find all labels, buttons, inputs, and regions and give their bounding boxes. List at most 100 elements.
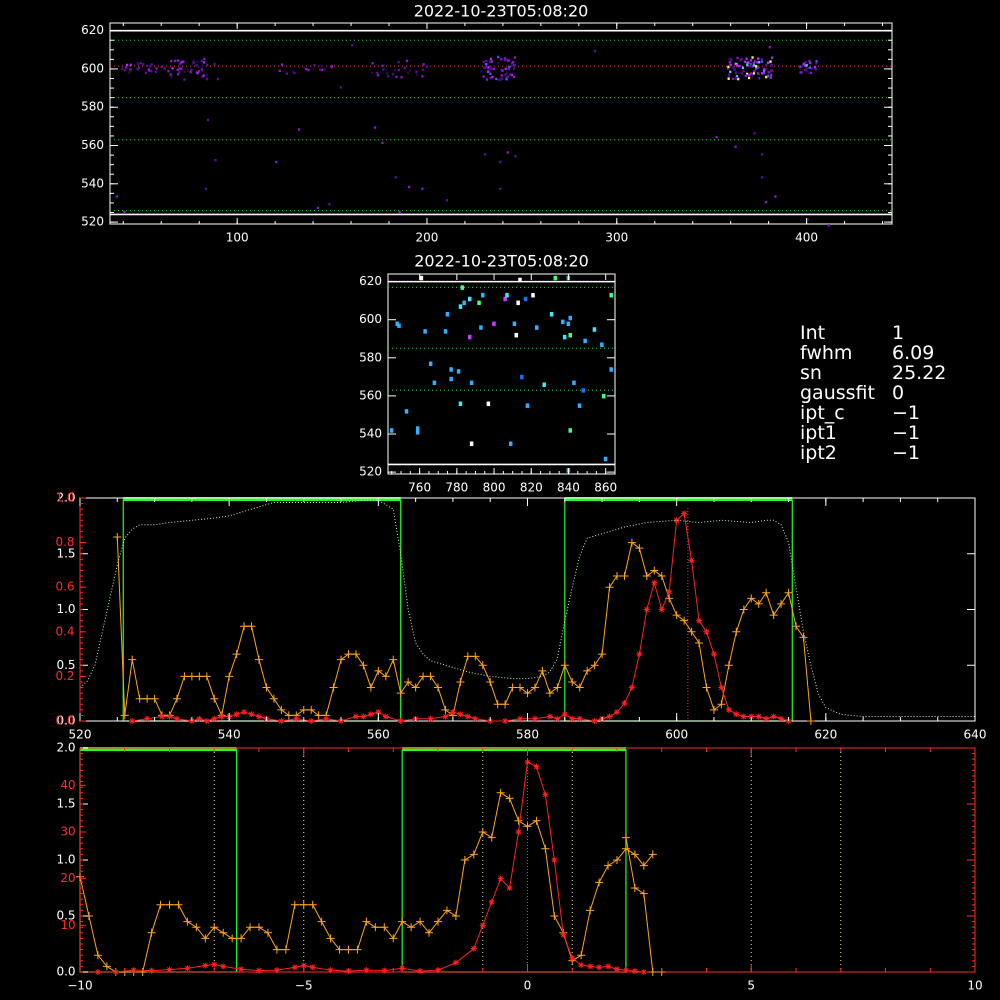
param-value: −1 <box>892 442 921 464</box>
panel1-pixel <box>798 67 801 71</box>
panel3-orange-profile-marker <box>724 661 733 670</box>
panel3-orange-profile-marker <box>389 655 398 664</box>
panel1-pixel <box>804 68 807 72</box>
panel1-pixel <box>753 60 757 63</box>
panel4-orange-profile-marker <box>541 844 550 853</box>
panel3-orange-profile-marker <box>508 683 517 692</box>
panel1-pixel <box>734 145 737 148</box>
panel4-red-profile-marker <box>631 968 638 975</box>
panel1-pixel <box>488 60 492 63</box>
panel1-pixel <box>762 68 765 71</box>
panel1-pixel <box>727 65 730 69</box>
panel1-pixel <box>445 199 449 202</box>
panel3-orange-profile-marker <box>777 599 786 608</box>
panel4-red-profile-marker <box>452 959 459 966</box>
panel3-red-profile-marker <box>248 711 255 718</box>
panel4-orange-profile-marker <box>550 912 559 920</box>
panel1-pixel <box>499 187 502 191</box>
panel1-pixel <box>394 176 397 179</box>
panel1-pixel <box>291 70 294 73</box>
panel1-pixel <box>501 69 504 72</box>
panel1-pixel <box>154 70 158 73</box>
panel4-red-profile-marker <box>220 963 227 970</box>
panel3-orange-profile-marker <box>426 672 435 681</box>
panel3-red-profile-marker <box>367 711 374 718</box>
panel1-pixel <box>170 59 173 63</box>
panel4-orange-profile-marker <box>595 878 604 887</box>
param-row-gaussfit: gaussfit 0 <box>800 383 995 403</box>
panel3-red-profile-marker <box>628 684 635 691</box>
panel3-red-profile-marker <box>755 713 762 720</box>
panel2-pixel <box>468 334 472 340</box>
panel2-pixel <box>592 327 597 332</box>
panel1-pixel <box>760 58 763 61</box>
panel3-red-profile-marker <box>472 715 479 722</box>
panel4-orange-profile-marker <box>299 900 308 909</box>
param-value: 6.09 <box>892 342 935 364</box>
panel1-pixel <box>319 68 322 72</box>
panel1-pixel <box>738 71 741 75</box>
param-key: sn <box>800 362 822 384</box>
panel3-y2-tick-label: 0.0 <box>55 714 74 728</box>
panel3-orange-profile-marker <box>568 677 577 686</box>
panel1-pixel <box>421 68 424 72</box>
panel1-pixel <box>757 77 760 80</box>
panel3-red-profile-marker <box>703 628 710 635</box>
panel1-pixel <box>397 60 400 64</box>
panel1-x-tick-label: 300 <box>605 231 628 245</box>
panel3-orange-profile-marker <box>180 672 189 681</box>
panel1-pixel <box>200 59 203 63</box>
panel1-pixel <box>728 61 732 64</box>
panel3-frame <box>79 497 976 722</box>
panel3-red-profile-marker <box>196 715 203 722</box>
panel1-pixel <box>328 202 331 206</box>
panel4-orange-profile-marker <box>505 794 514 803</box>
panel1-pixel <box>485 59 488 63</box>
panel1-pixel <box>155 67 158 70</box>
panel1-pixel <box>330 65 333 68</box>
panel4-orange-profile-marker <box>344 945 353 954</box>
panel3-red-profile-marker <box>763 715 770 722</box>
panel1-pixel <box>741 72 744 75</box>
panel1-pixel <box>400 76 403 79</box>
panel1-pixel <box>150 69 153 73</box>
panel1-pixel <box>802 63 805 66</box>
panel1-pixel <box>808 59 811 63</box>
panel1-pixel <box>741 66 745 69</box>
panel1-pixel <box>204 187 208 191</box>
panel1-pixel <box>483 153 487 156</box>
panel1-pixel <box>730 58 733 61</box>
panel4-orange-profile-marker <box>407 923 416 932</box>
panel4-orange-profile-marker <box>290 900 299 909</box>
panel1-pixel <box>503 59 506 62</box>
panel1-pixel <box>736 56 739 60</box>
panel3-x-tick-label: 560 <box>367 728 390 742</box>
panel1-pixel <box>485 78 489 81</box>
panel4-orange-profile-marker <box>604 861 613 870</box>
param-row-ipt-c: ipt_c −1 <box>800 403 995 423</box>
panel1-pixel <box>745 57 748 60</box>
panel3-orange-profile-marker <box>366 683 375 692</box>
panel4-orange-profile-marker <box>138 968 147 976</box>
panel1-pixel <box>407 72 410 75</box>
panel3-red-profile-marker <box>308 718 315 724</box>
param-value: −1 <box>892 402 921 424</box>
panel3-orange-profile-marker <box>806 717 815 725</box>
panel2-pixel <box>512 321 517 327</box>
panel3-orange-profile-marker <box>501 700 510 709</box>
panel3-red-profile-marker <box>561 711 568 718</box>
panel3-red-profile-marker <box>293 715 300 722</box>
panel1-pixel <box>197 70 200 73</box>
panel4-y2-tick-label: 30 <box>60 825 75 839</box>
panel1-pixel <box>495 77 498 81</box>
panel4-red-profile-marker <box>596 964 603 971</box>
panel1-pixel <box>815 62 818 65</box>
panel1-pixel <box>351 44 354 47</box>
panel3-orange-profile-marker <box>792 622 800 631</box>
panel1-pixel <box>810 67 813 70</box>
panel1-pixel <box>487 70 490 73</box>
panel3-orange-profile-marker <box>419 672 428 681</box>
panel4-x-tick-label: 10 <box>967 979 982 993</box>
panel4-red-profile-marker <box>327 967 334 974</box>
panel3-orange-profile-marker <box>523 689 532 698</box>
